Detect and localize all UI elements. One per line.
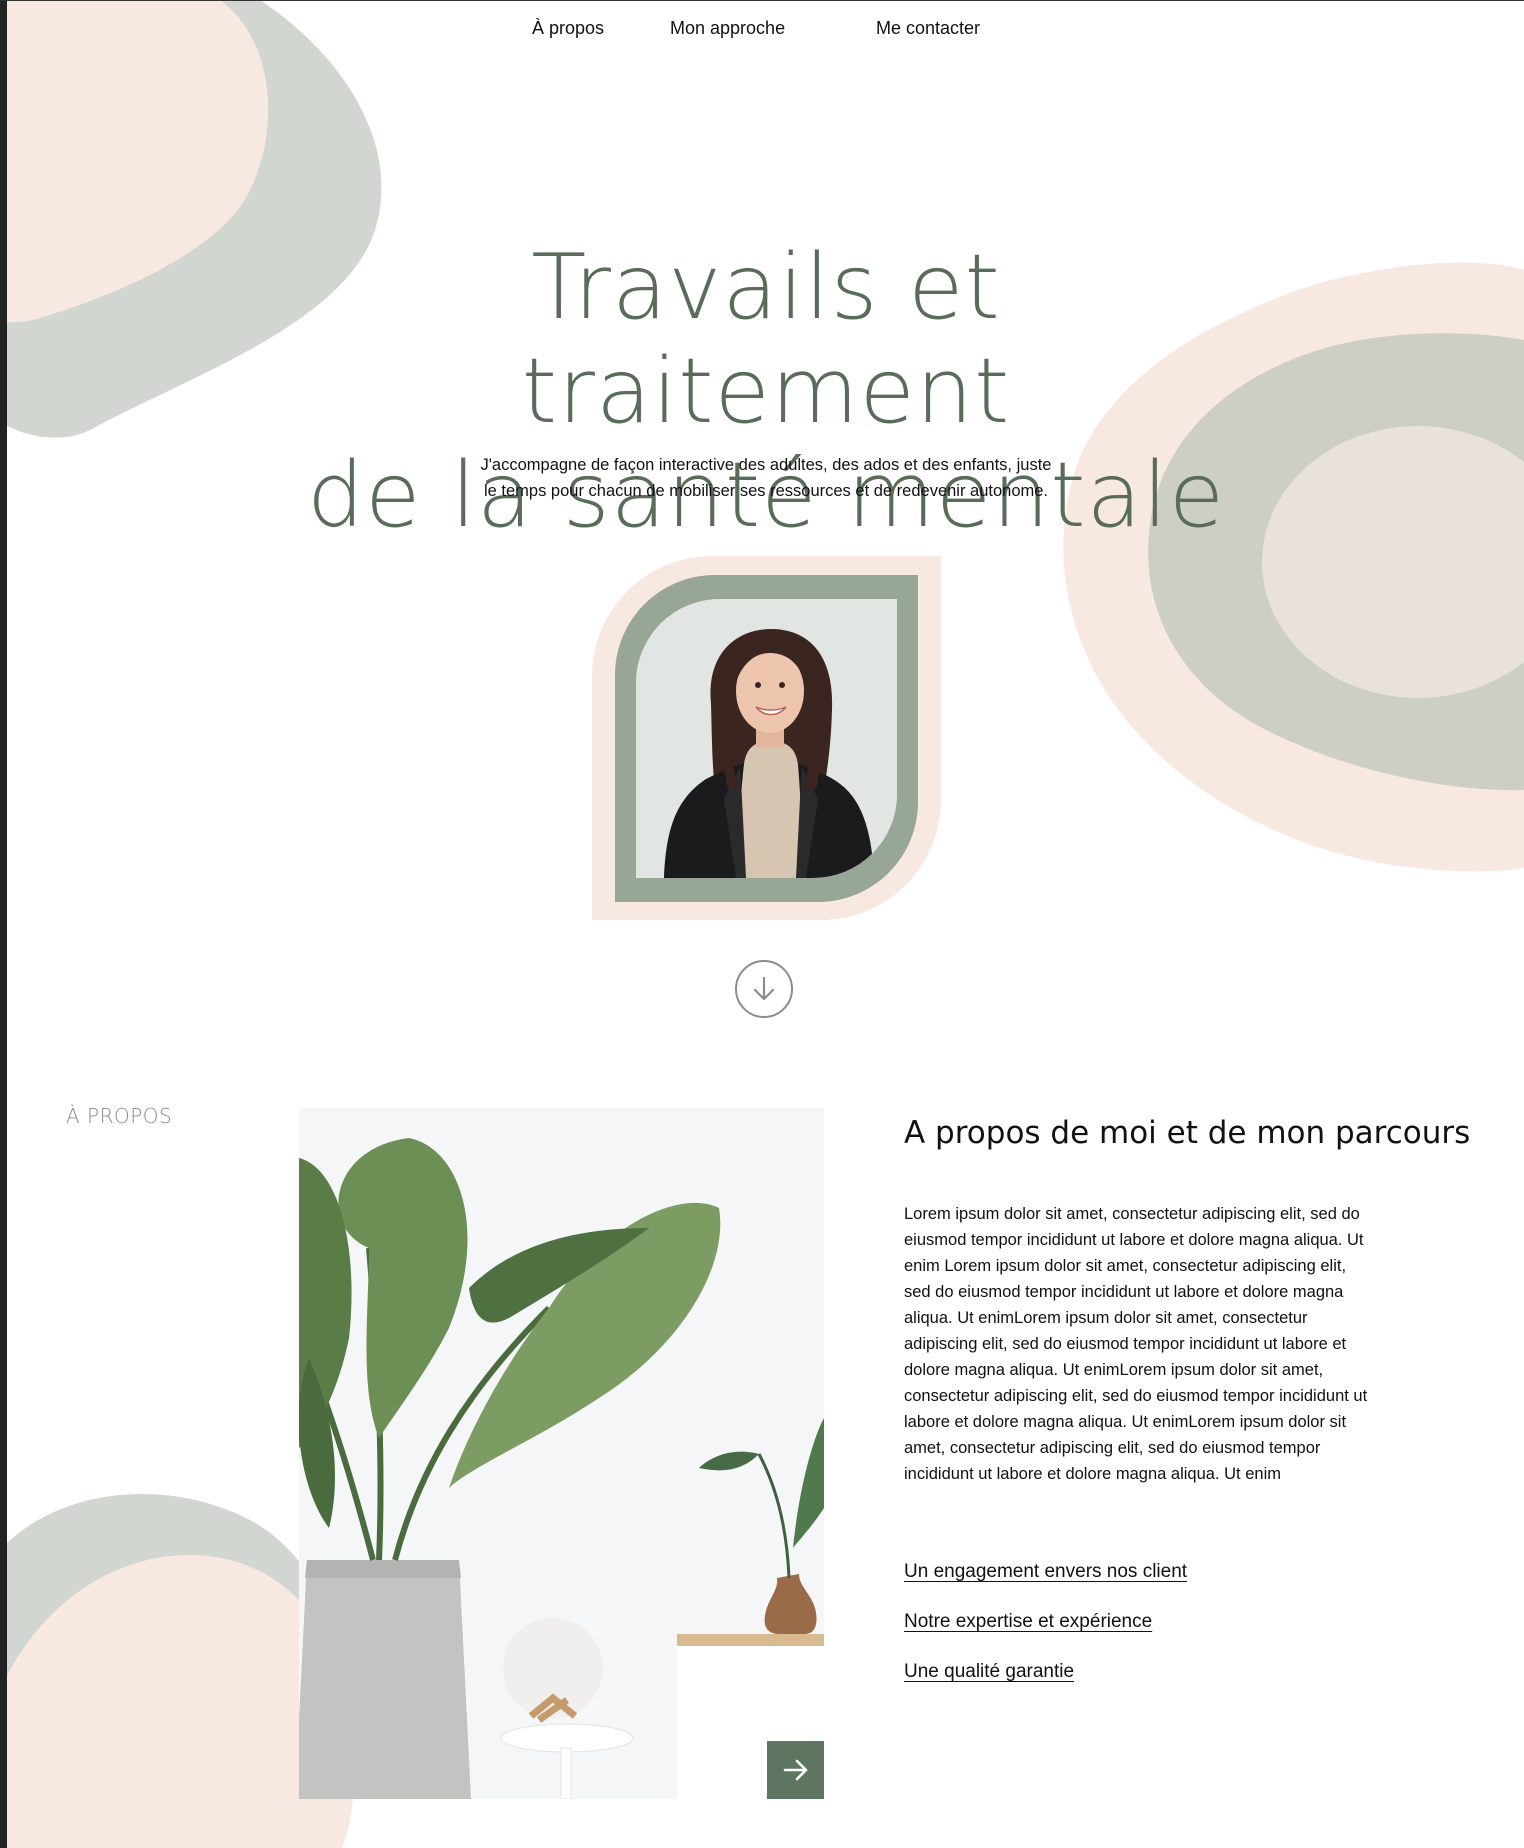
about-body-text: Lorem ipsum dolor sit amet, consectetur … <box>904 1205 1368 1483</box>
nav-item-me-contacter[interactable]: Me contacter <box>876 18 980 39</box>
plant-illustration <box>299 1108 824 1799</box>
arrow-right-icon <box>783 1759 807 1781</box>
scroll-down-button[interactable] <box>735 960 793 1018</box>
plant-photo <box>299 1108 824 1799</box>
nav-item-a-propos[interactable]: À propos <box>532 18 604 39</box>
about-title: A propos de moi et de mon parcours <box>904 1115 1471 1151</box>
hero-subtitle: J'accompagne de façon interactive des ad… <box>480 456 1052 500</box>
arrow-down-icon <box>753 976 775 1001</box>
portrait-photo <box>636 599 897 878</box>
link-engagement[interactable]: Un engagement envers nos client <box>904 1561 1187 1583</box>
top-navigation: À propos Mon approche Me contacter <box>0 18 1524 44</box>
window-top-edge <box>0 0 1524 1</box>
hero-title-line-1: Travails et traitement <box>521 235 1011 444</box>
nav-item-mon-approche[interactable]: Mon approche <box>670 18 785 39</box>
window-left-edge <box>0 0 7 1848</box>
next-button[interactable] <box>767 1741 824 1799</box>
link-expertise[interactable]: Notre expertise et expérience <box>904 1611 1152 1633</box>
portrait-illustration <box>636 599 897 878</box>
link-qualite[interactable]: Une qualité garantie <box>904 1661 1074 1683</box>
section-label-a-propos: À PROPOS <box>66 1104 173 1128</box>
